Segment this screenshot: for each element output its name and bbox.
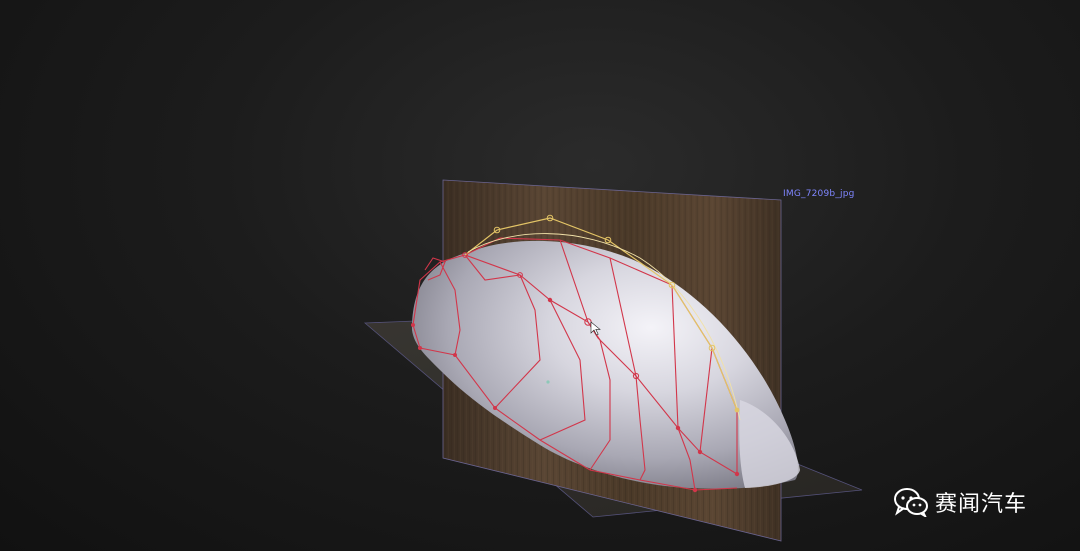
3d-viewport[interactable]: IMG_7209b_jpg 赛闻汽车 (0, 0, 1080, 551)
wechat-icon (894, 488, 928, 517)
scene-canvas[interactable] (0, 0, 1080, 551)
watermark: 赛闻汽车 (893, 484, 1027, 520)
watermark-text: 赛闻汽车 (935, 492, 1028, 517)
reference-image-label: IMG_7209b_jpg (783, 189, 855, 199)
